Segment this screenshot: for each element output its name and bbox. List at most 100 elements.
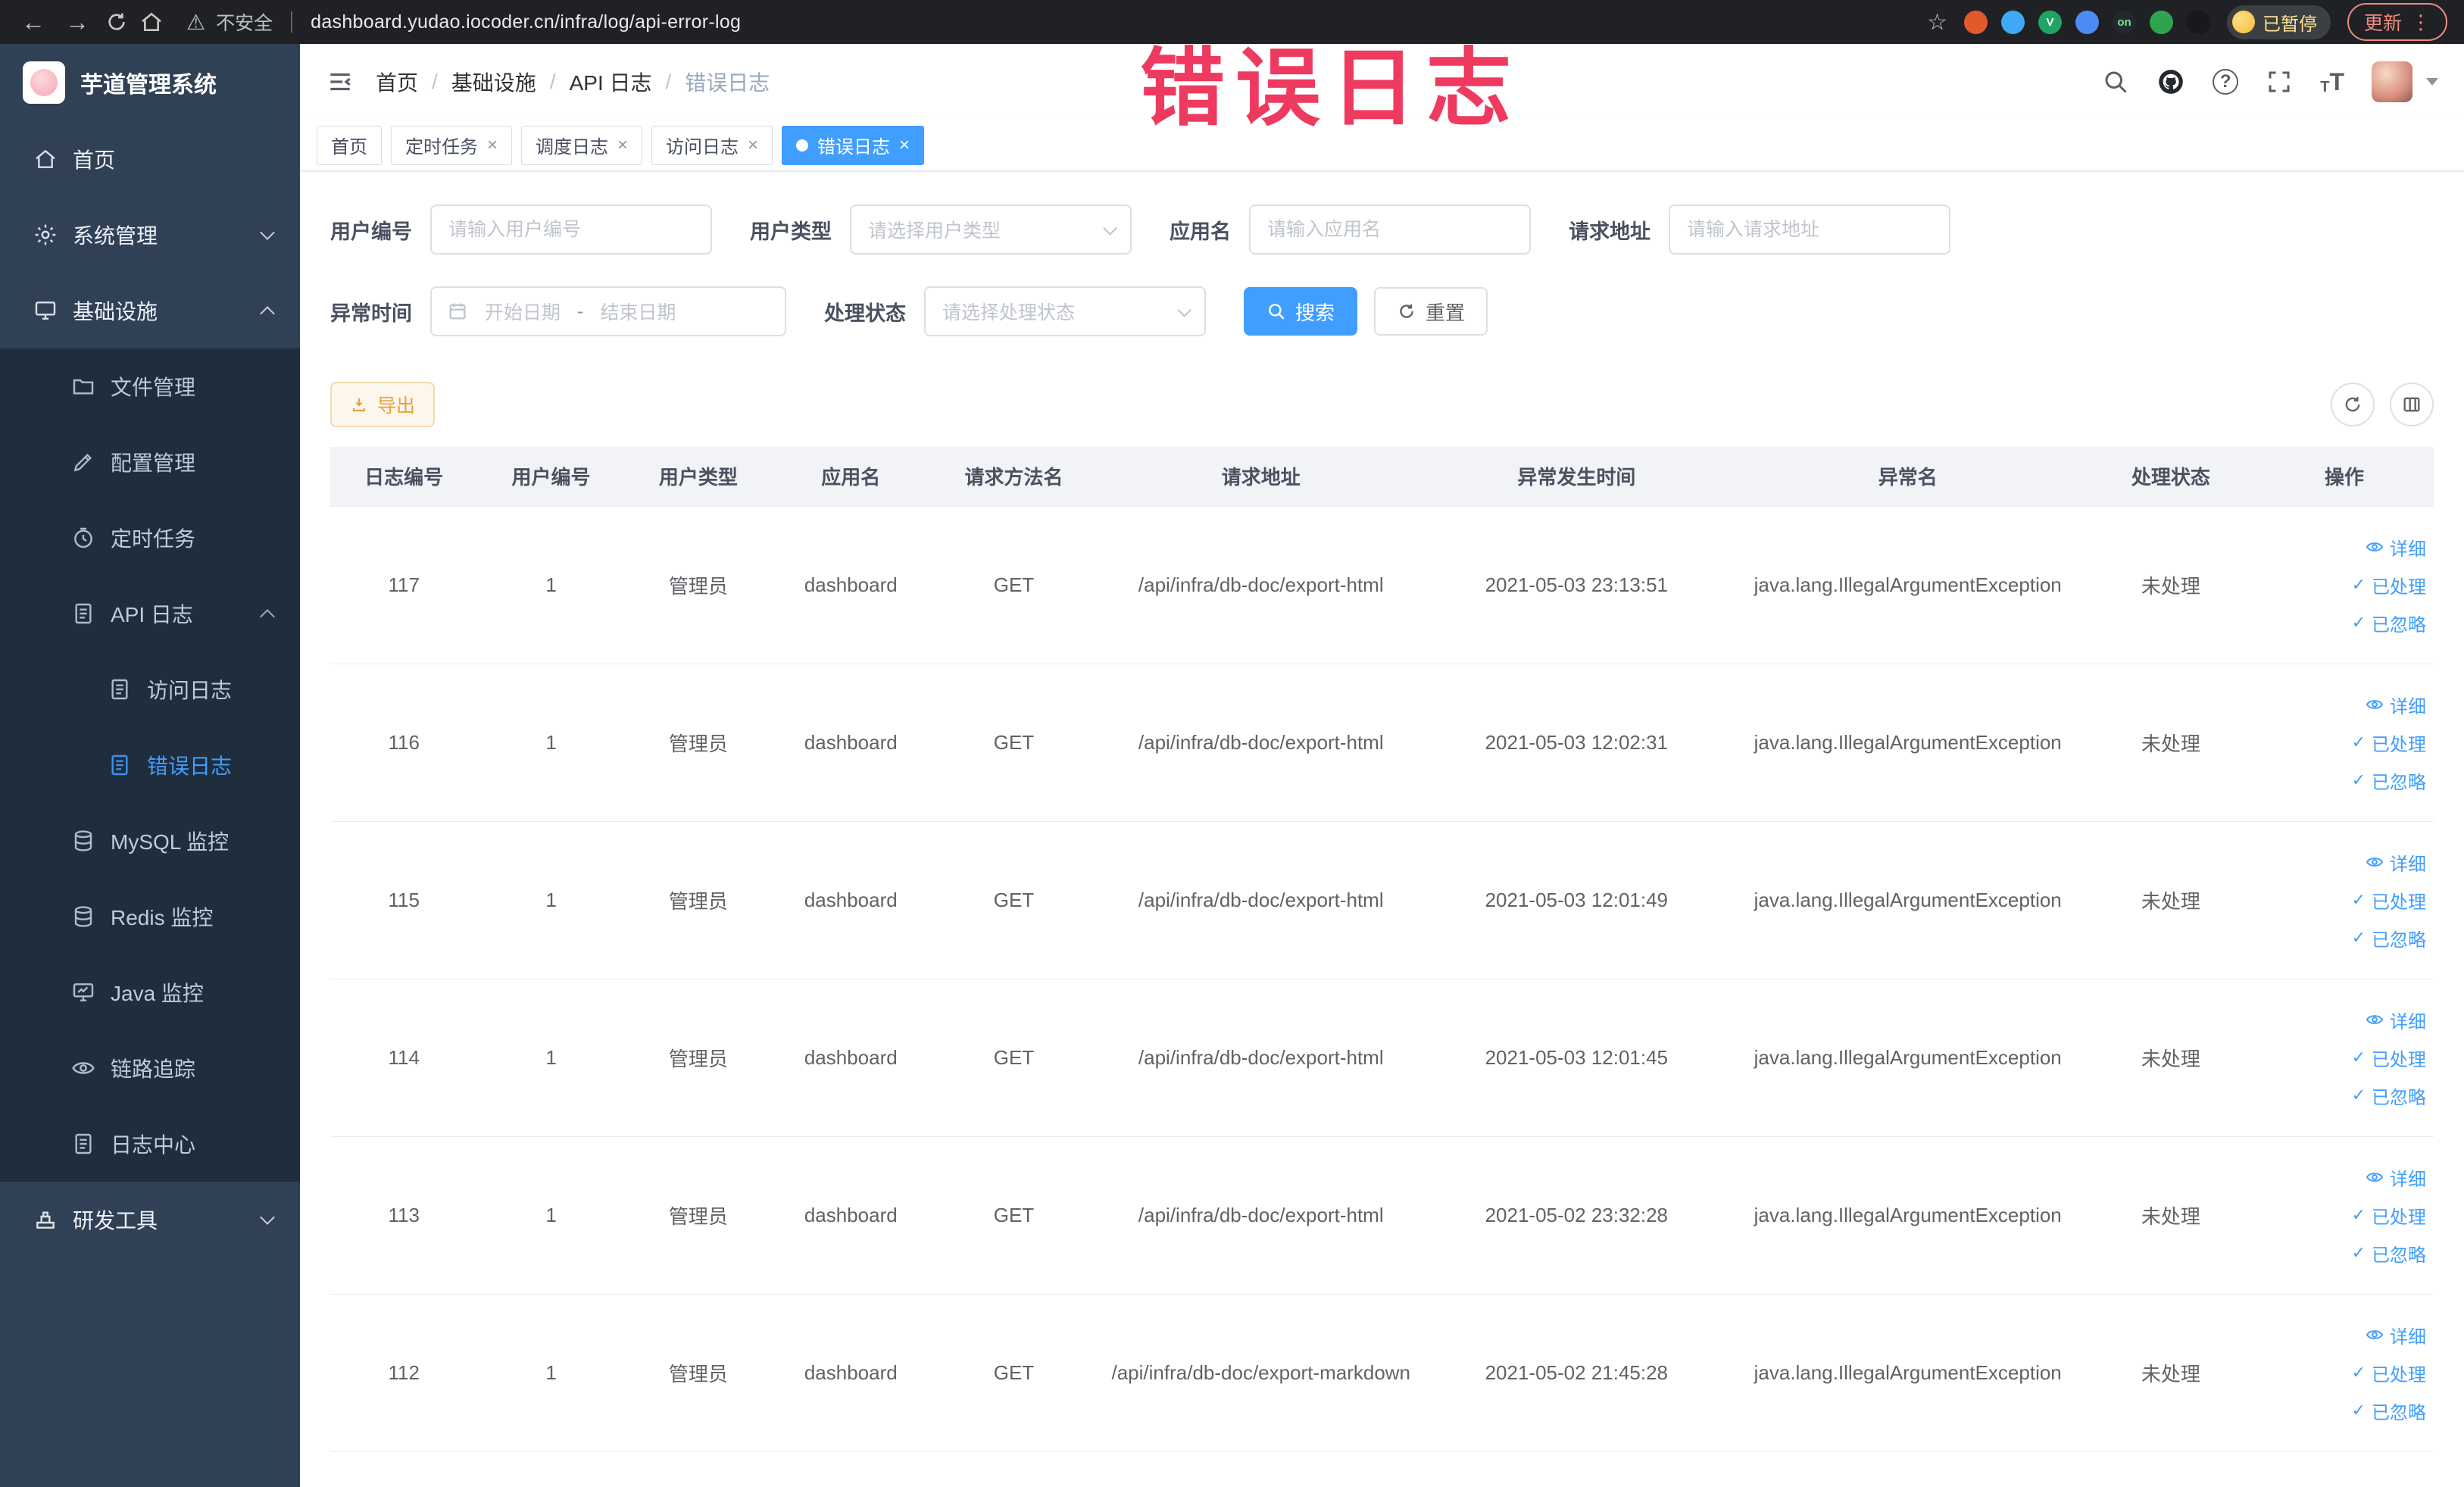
logo-avatar [23,61,65,104]
detail-link[interactable]: 详细 [2255,843,2426,881]
sidebar-item-api-log[interactable]: API 日志 [0,576,300,651]
user-id-input[interactable] [430,205,712,255]
close-icon[interactable]: × [617,136,628,155]
extension-icon[interactable] [2186,10,2210,34]
extension-icon[interactable] [1963,10,1988,34]
close-icon[interactable]: × [748,136,758,155]
cell-id: 112 [330,1294,478,1452]
help-icon[interactable]: ? [2213,69,2239,95]
end-date-placeholder: 结束日期 [600,302,676,323]
ignored-link[interactable]: ✓ 已忽略 [2255,1392,2426,1429]
extension-icon[interactable]: on [2112,10,2136,34]
user-type-select[interactable]: 请选择用户类型 [850,205,1132,255]
extension-icon[interactable] [2000,10,2025,34]
tab-home[interactable]: 首页 [317,125,382,165]
update-button[interactable]: 更新 ⋮ [2347,3,2447,41]
date-range-picker[interactable]: 开始日期 - 结束日期 [430,286,786,336]
process-status-select[interactable]: 请选择处理状态 [924,286,1206,336]
extension-icon[interactable]: V [2038,10,2062,34]
request-url-input[interactable] [1669,205,1950,255]
sidebar-item-system[interactable]: 系统管理 [0,197,300,273]
ignored-link[interactable]: ✓ 已忽略 [2255,761,2426,799]
github-icon[interactable] [2156,67,2185,96]
processed-link[interactable]: ✓ 已处理 [2255,1039,2426,1076]
paused-badge[interactable]: 已暂停 [2226,5,2331,39]
detail-link[interactable]: 详细 [2255,1158,2426,1196]
check-icon: ✓ [2351,733,2366,751]
sidebar-item-dev-tools[interactable]: 研发工具 [0,1182,300,1257]
processed-link[interactable]: ✓ 已处理 [2255,1354,2426,1392]
processed-link[interactable]: ✓ 已处理 [2255,881,2426,919]
breadcrumb-item[interactable]: API 日志 [570,67,652,97]
reset-button-label: 重置 [1426,301,1466,324]
sidebar-item-redis[interactable]: Redis 监控 [0,879,300,954]
ignored-link[interactable]: ✓ 已忽略 [2255,919,2426,957]
logo[interactable]: 芋道管理系统 [0,44,300,121]
detail-link[interactable]: 详细 [2255,1001,2426,1039]
fullscreen-icon[interactable] [2266,68,2293,95]
home-button[interactable] [139,10,164,34]
cell-time: 2021-05-02 21:45:28 [1423,1294,1729,1452]
sidebar-item-mysql[interactable]: MySQL 监控 [0,803,300,879]
sidebar-item-config[interactable]: 配置管理 [0,424,300,500]
extension-icon[interactable] [2149,10,2173,34]
ignored-link[interactable]: ✓ 已忽略 [2255,1076,2426,1114]
sidebar-item-home[interactable]: 首页 [0,121,300,197]
detail-link[interactable]: 详细 [2255,1316,2426,1354]
cell-id: 115 [330,821,478,979]
active-dot [796,139,809,152]
processed-link[interactable]: ✓ 已处理 [2255,723,2426,761]
cell-status: 未处理 [2086,1136,2255,1295]
sidebar-item-label: MySQL 监控 [111,830,230,854]
sidebar-item-job[interactable]: 定时任务 [0,500,300,576]
export-button[interactable]: 导出 [330,382,436,427]
sidebar-item-infra[interactable]: 基础设施 [0,273,300,348]
breadcrumb-item[interactable]: 首页 [376,67,418,97]
app-name-input[interactable] [1249,205,1531,255]
sidebar-item-trace[interactable]: 链路追踪 [0,1030,300,1106]
search-button[interactable]: 搜索 [1244,287,1358,336]
refresh-button[interactable] [2331,383,2375,426]
sidebar-fold-icon[interactable] [326,67,354,96]
tab-job-log[interactable]: 调度日志 × [521,125,643,165]
close-icon[interactable]: × [899,136,910,155]
close-icon[interactable]: × [487,136,498,155]
cell-actions: 详细 ✓ 已处理 ✓ 已忽略 [2254,979,2434,1137]
detail-link[interactable]: 详细 [2255,686,2426,723]
detail-link[interactable]: 详细 [2255,528,2426,566]
chevron-down-icon[interactable] [2426,78,2438,86]
security-label[interactable]: 不安全 [216,8,273,36]
address-url[interactable]: dashboard.yudao.iocoder.cn/infra/log/api… [311,11,741,33]
columns-toggle-button[interactable] [2390,383,2434,426]
processed-link[interactable]: ✓ 已处理 [2255,1196,2426,1234]
forward-button[interactable]: → [61,8,94,36]
ignored-link[interactable]: ✓ 已忽略 [2255,1234,2426,1272]
search-icon[interactable] [2102,68,2129,95]
back-button[interactable]: ← [17,8,50,36]
user-avatar[interactable] [2372,61,2412,102]
column-header: 处理状态 [2086,447,2255,507]
start-date-placeholder: 开始日期 [485,302,561,323]
breadcrumb-item[interactable]: 基础设施 [451,67,536,97]
breadcrumb-separator: / [549,70,556,93]
sidebar-item-error-log[interactable]: 错误日志 [0,727,300,803]
tab-error-log[interactable]: 错误日志 × [782,125,925,165]
bookmark-star-icon[interactable]: ☆ [1927,9,1947,36]
reload-button[interactable] [105,10,129,34]
eye-icon [2366,1326,2384,1344]
error-log-table: 日志编号 用户编号 用户类型 应用名 请求方法名 请求地址 异常发生时间 异常名 处理状态 操作 … [330,447,2434,1452]
sidebar-item-access-log[interactable]: 访问日志 [0,651,300,727]
sidebar-item-java[interactable]: Java 监控 [0,954,300,1030]
ignored-link[interactable]: ✓ 已忽略 [2255,604,2426,642]
cell-method: GET [929,1136,1098,1295]
sidebar-item-log-center[interactable]: 日志中心 [0,1106,300,1182]
font-size-icon[interactable]: TT [2320,68,2344,96]
reset-button[interactable]: 重置 [1374,287,1488,336]
tab-job[interactable]: 定时任务 × [391,125,513,165]
cell-app: dashboard [772,664,930,822]
sidebar-item-file[interactable]: 文件管理 [0,348,300,424]
cell-url: /api/infra/db-doc/export-html [1098,1136,1424,1295]
processed-link[interactable]: ✓ 已处理 [2255,566,2426,604]
extension-icon[interactable] [2075,10,2099,34]
tab-access-log[interactable]: 访问日志 × [651,125,773,165]
